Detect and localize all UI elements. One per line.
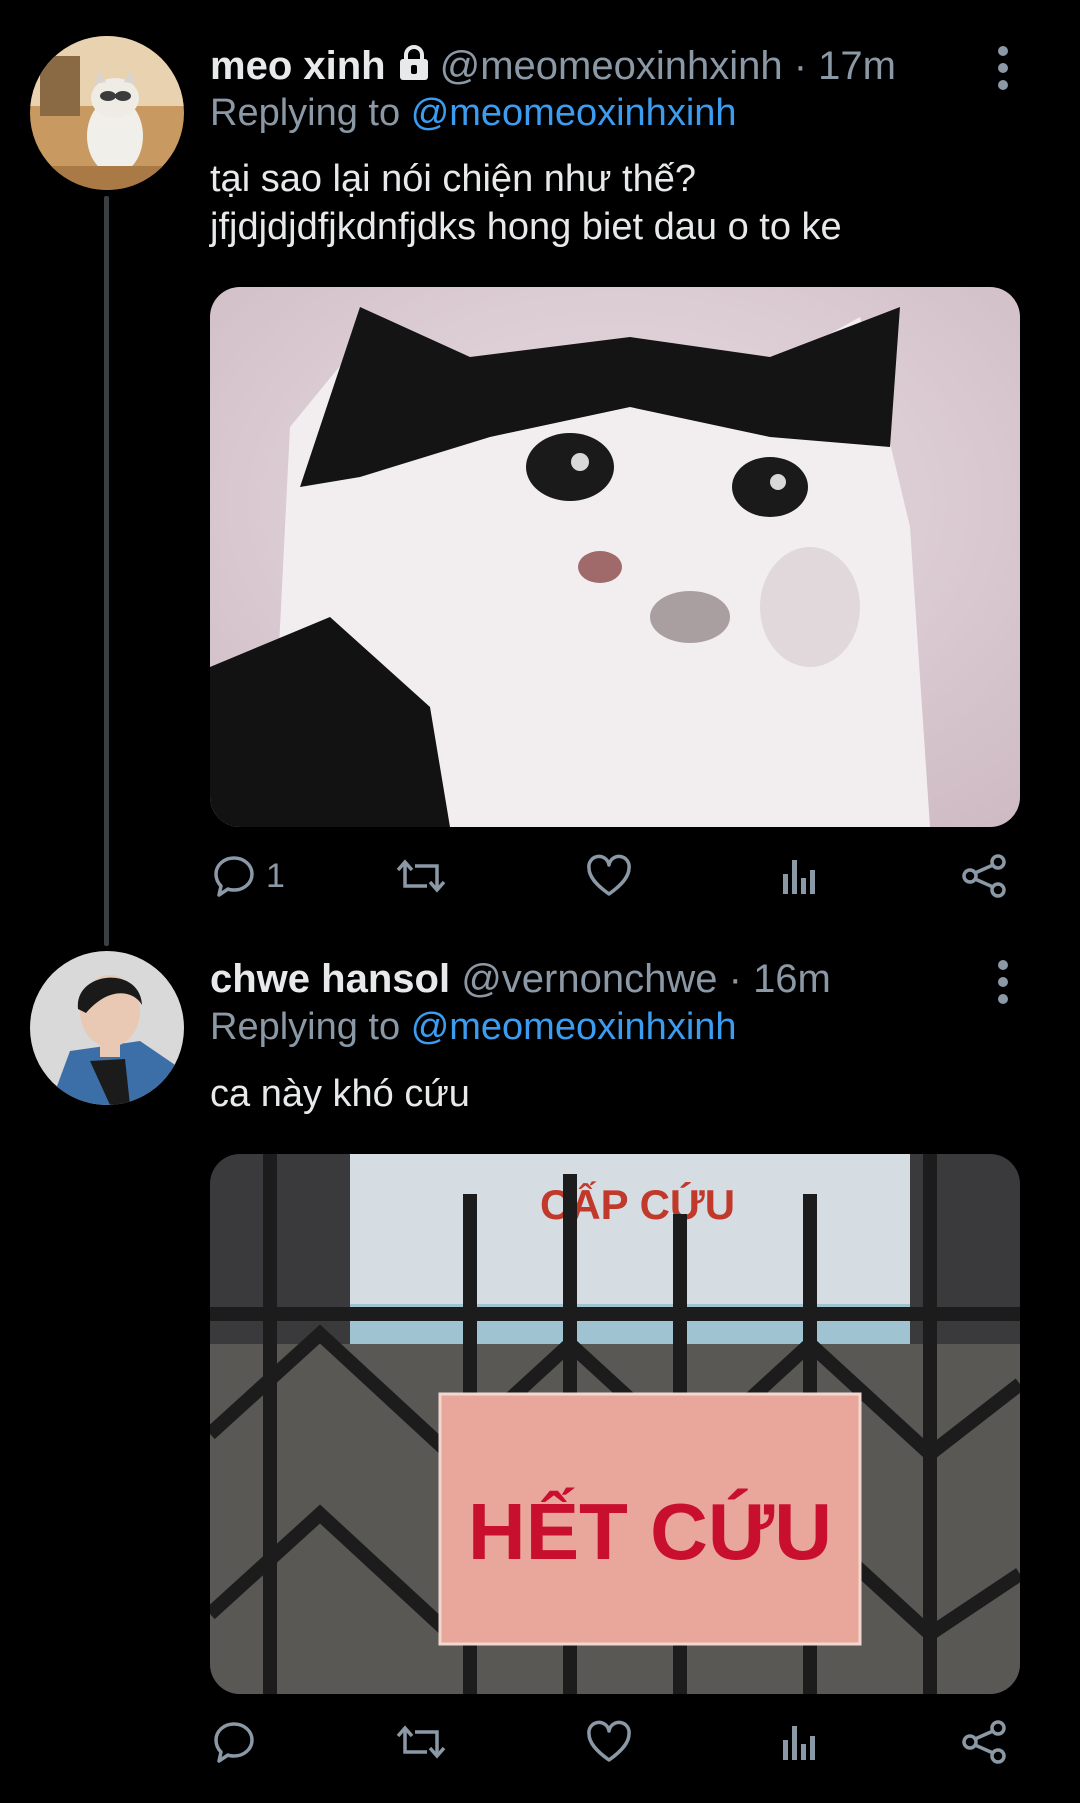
lock-icon <box>394 43 434 94</box>
like-icon <box>585 1718 633 1766</box>
share-icon <box>960 1718 1008 1766</box>
separator-dot: · <box>793 44 808 88</box>
separator-dot: · <box>728 957 742 1001</box>
user-handle[interactable]: @meomeoxinhxinh <box>440 44 783 88</box>
mention-link[interactable]: @meomeoxinhxinh <box>411 1006 737 1048</box>
like-button[interactable] <box>585 848 633 904</box>
reply-icon <box>210 852 258 900</box>
tweet-media-sign[interactable]: CẤP CỨU HẾT CỨU <box>210 1154 1020 1694</box>
replying-to: Replying to @meomeoxinhxinh <box>210 92 737 135</box>
mention-link[interactable]: @meomeoxinhxinh <box>411 92 737 134</box>
user-handle[interactable]: @vernonchwe <box>461 957 717 1001</box>
thread-line <box>104 196 109 946</box>
tweet-header: chwe hansol @vernonchwe · 16m <box>210 955 831 1003</box>
tweet-actions <box>210 1714 1020 1770</box>
share-button[interactable] <box>960 1714 1008 1770</box>
analytics-icon <box>775 852 823 900</box>
analytics-button[interactable] <box>775 1714 823 1770</box>
retweet-button[interactable] <box>395 1714 447 1770</box>
reply-button[interactable]: 1 <box>210 848 285 904</box>
replying-label: Replying to <box>210 1006 401 1048</box>
like-icon <box>585 852 633 900</box>
replying-to: Replying to @meomeoxinhxinh <box>210 1006 737 1049</box>
timestamp[interactable]: 16m <box>753 957 831 1001</box>
tweet-actions: 1 <box>210 848 1020 904</box>
tweet-text: tại sao lại nói chiện như thế? jfjdjdjdf… <box>210 158 842 248</box>
analytics-icon <box>775 1718 823 1766</box>
more-icon[interactable] <box>998 960 1010 1011</box>
analytics-button[interactable] <box>775 848 823 904</box>
retweet-button[interactable] <box>395 848 447 904</box>
avatar-chwe-hansol[interactable] <box>30 951 184 1105</box>
tweet-header: meo xinh @meomeoxinhxinh · 17m <box>210 42 896 94</box>
retweet-icon <box>395 1718 447 1766</box>
tweet-text: ca này khó cứu <box>210 1073 470 1115</box>
avatar-meo-xinh[interactable] <box>30 36 184 190</box>
display-name[interactable]: chwe hansol <box>210 957 450 1001</box>
share-icon <box>960 852 1008 900</box>
like-button[interactable] <box>585 1714 633 1770</box>
display-name[interactable]: meo xinh <box>210 44 386 88</box>
retweet-icon <box>395 852 447 900</box>
reply-button[interactable] <box>210 1714 258 1770</box>
sign-text: HẾT CỨU <box>468 1487 832 1576</box>
more-icon[interactable] <box>998 46 1010 97</box>
reply-icon <box>210 1718 258 1766</box>
replying-label: Replying to <box>210 92 401 134</box>
tweet-media-cat[interactable] <box>210 287 1020 827</box>
timestamp[interactable]: 17m <box>818 44 896 88</box>
reply-count: 1 <box>266 856 285 895</box>
share-button[interactable] <box>960 848 1008 904</box>
